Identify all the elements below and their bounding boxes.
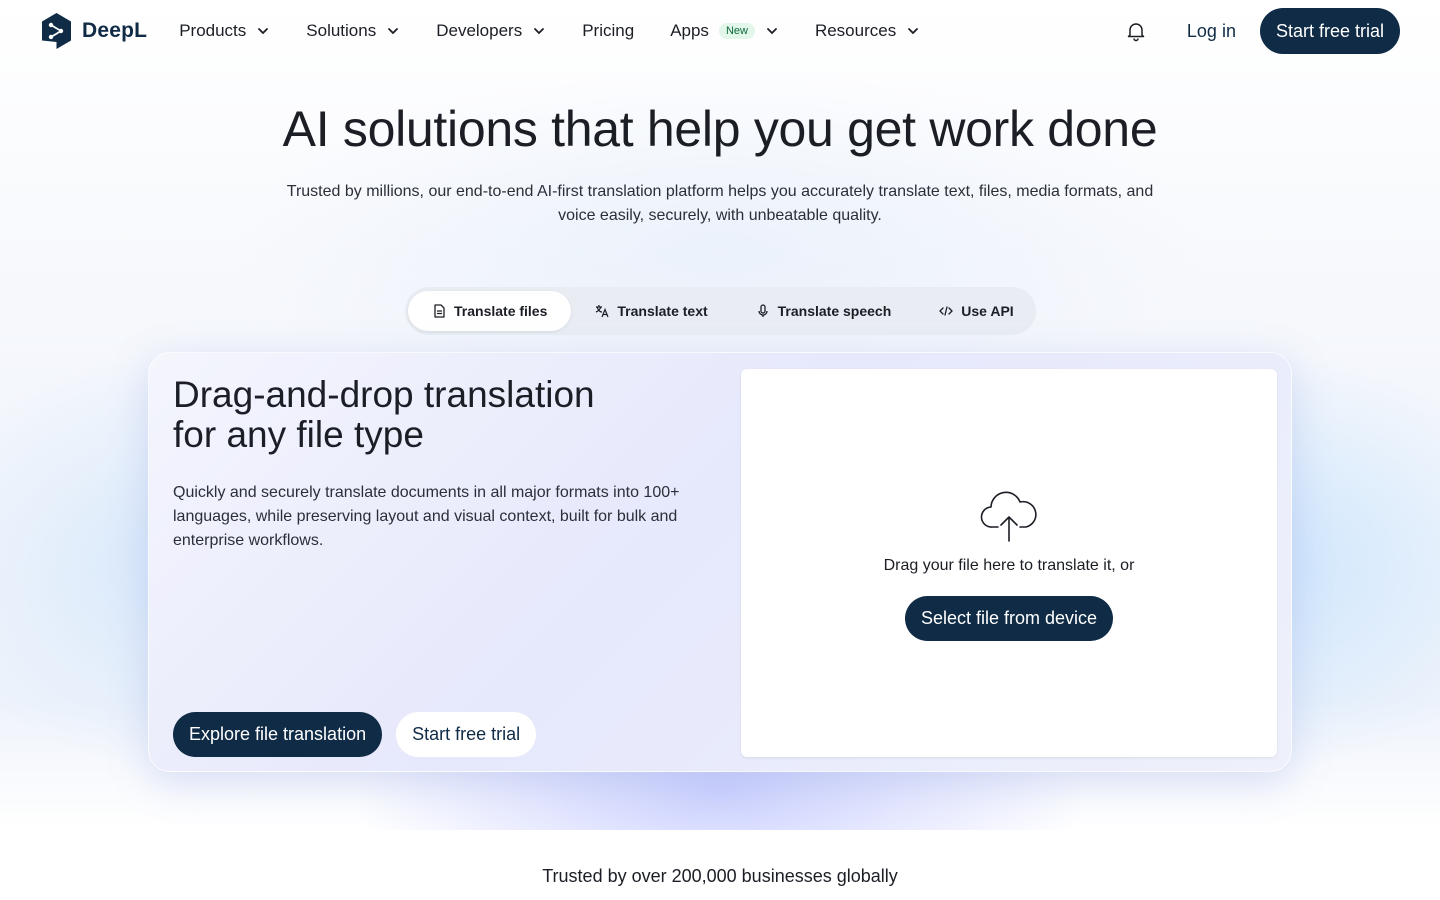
- file-dropzone[interactable]: Drag your file here to translate it, or …: [741, 369, 1277, 757]
- login-link[interactable]: Log in: [1187, 21, 1236, 42]
- card-title-line-1: Drag-and-drop translation: [173, 374, 595, 415]
- trusted-by-text: Trusted by over 200,000 businesses globa…: [542, 866, 898, 886]
- hero-subtitle: Trusted by millions, our end-to-end AI-f…: [286, 183, 1154, 224]
- tab-label: Use API: [961, 303, 1014, 319]
- nav-item-products[interactable]: Products: [179, 21, 270, 41]
- nav-item-pricing[interactable]: Pricing: [582, 21, 634, 41]
- tab-label: Translate text: [617, 303, 708, 319]
- explore-file-translation-button[interactable]: Explore file translation: [173, 712, 383, 757]
- chevron-down-icon: [767, 28, 777, 35]
- file-translation-card: Drag-and-drop translation for any file t…: [148, 352, 1292, 772]
- tab-label: Translate files: [454, 303, 548, 319]
- code-icon: [939, 306, 954, 316]
- new-badge: New: [718, 23, 755, 39]
- nav-item-solutions[interactable]: Solutions: [306, 21, 400, 41]
- tab-translate-speech[interactable]: Translate speech: [732, 291, 916, 331]
- chevron-down-icon: [908, 28, 919, 35]
- nav-item-label: Pricing: [582, 21, 635, 40]
- nav-item-label: Resources: [814, 21, 897, 40]
- product-tabs: Translate files Translate text Translate…: [405, 287, 1036, 335]
- nav-menu: Products Solutions Developers Pricing Ap…: [179, 21, 956, 41]
- dropzone-text: Drag your file here to translate it, or: [883, 557, 1135, 574]
- page-title: AI solutions that help you get work done: [282, 101, 1158, 157]
- document-icon: [434, 304, 445, 318]
- nav-item-label: Apps: [670, 21, 709, 40]
- deepl-logo-icon: [42, 13, 71, 49]
- chevron-down-icon: [258, 28, 269, 35]
- nav-item-apps[interactable]: Apps New: [670, 21, 779, 41]
- nav-item-label: Developers: [436, 21, 523, 40]
- nav-item-label: Solutions: [306, 21, 377, 40]
- card-description: Quickly and securely translate documents…: [173, 484, 680, 549]
- card-title: Drag-and-drop translation for any file t…: [173, 375, 653, 455]
- deepl-logo[interactable]: DeepL: [40, 12, 147, 50]
- card-actions: Explore file translation Start free tria…: [173, 712, 537, 757]
- nav-item-developers[interactable]: Developers: [436, 21, 546, 41]
- nav-actions: Log in Start free trial: [1125, 8, 1400, 54]
- translate-icon: [596, 305, 609, 318]
- nav-item-resources[interactable]: Resources: [815, 21, 920, 41]
- tab-label: Translate speech: [777, 303, 892, 319]
- card-title-line-2: for any file type: [173, 414, 424, 455]
- chevron-down-icon: [388, 28, 399, 35]
- microphone-icon: [758, 304, 768, 317]
- chevron-down-icon: [534, 28, 545, 35]
- tab-use-api[interactable]: Use API: [915, 291, 1037, 331]
- tab-translate-files[interactable]: Translate files: [408, 291, 572, 331]
- cloud-upload-icon: [980, 491, 1037, 542]
- brand-name: DeepL: [82, 19, 148, 42]
- start-free-trial-button[interactable]: Start free trial: [1259, 8, 1400, 54]
- top-navigation: DeepL Products Solutions Developers Pric…: [0, 0, 1440, 62]
- start-free-trial-secondary-button[interactable]: Start free trial: [396, 712, 537, 757]
- nav-item-label: Products: [179, 21, 247, 40]
- select-file-button[interactable]: Select file from device: [905, 596, 1113, 641]
- tab-translate-text[interactable]: Translate text: [571, 291, 731, 331]
- bell-icon[interactable]: [1125, 20, 1147, 42]
